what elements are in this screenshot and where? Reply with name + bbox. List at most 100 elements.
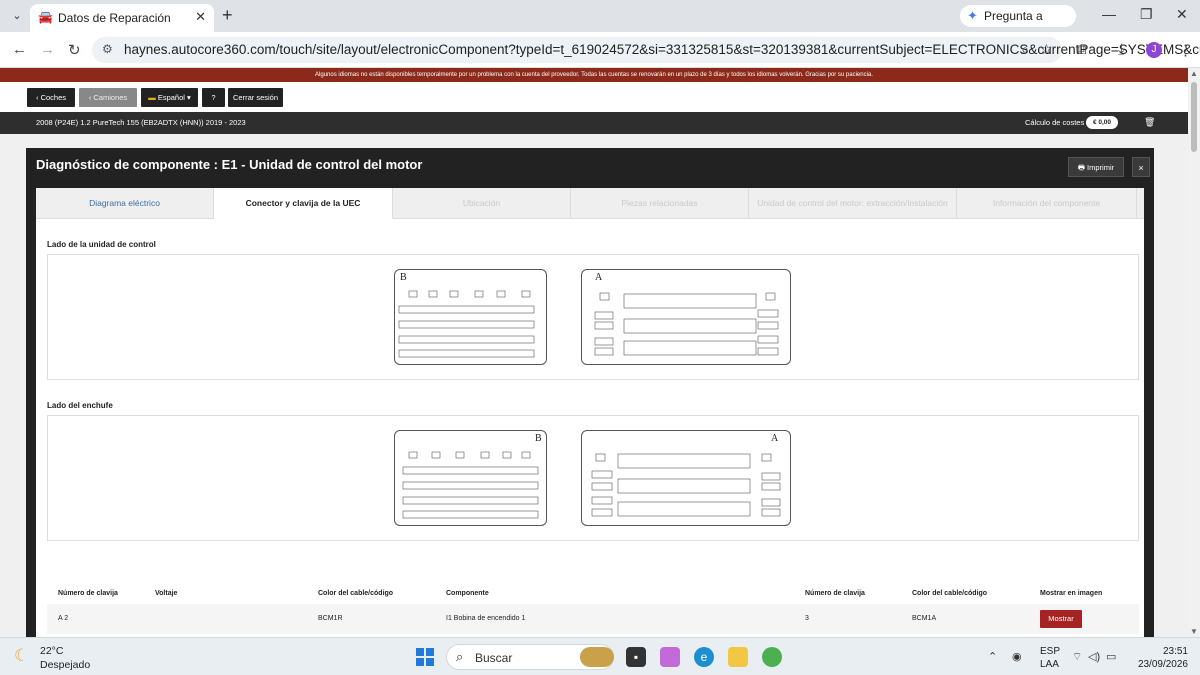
- gemini-icon: ✦: [967, 8, 978, 23]
- connector-b-control: B: [394, 269, 547, 365]
- clock[interactable]: 23:51 23/09/2026: [1136, 645, 1188, 671]
- search-placeholder: Buscar: [475, 651, 513, 665]
- reload-icon[interactable]: ↻: [68, 41, 81, 59]
- notice-banner: Algunos idiomas no están disponibles tem…: [0, 68, 1188, 82]
- modal-header: Diagnóstico de componente : E1 - Unidad …: [26, 148, 1154, 188]
- vehicle-bar: 2008 (P24E) 1.2 PureTech 155 (EB2ADTX (H…: [0, 112, 1188, 134]
- help-button[interactable]: ?: [202, 88, 225, 107]
- menu-icon[interactable]: ⋮: [1178, 41, 1193, 59]
- header-component: Componente: [446, 590, 489, 597]
- scroll-down-icon[interactable]: ▼: [1190, 627, 1198, 636]
- trucks-button[interactable]: ‹ Camiones: [79, 88, 137, 107]
- modal-tabs: Diagrama eléctrico Conector y clavija de…: [36, 188, 1144, 219]
- car-icon: 🚘: [38, 10, 53, 24]
- chrome-icon[interactable]: [762, 647, 782, 667]
- plug-side-diagram: B A: [47, 415, 1139, 541]
- weather-condition[interactable]: Despejado: [40, 659, 90, 671]
- restore-icon[interactable]: ❐: [1140, 6, 1153, 23]
- show-in-image-button[interactable]: Mostrar: [1040, 610, 1082, 628]
- pin-table-header: Número de clavija Voltaje Color del cabl…: [47, 584, 1139, 604]
- caret-down-icon: ▾: [187, 93, 191, 102]
- tab-location[interactable]: Ubicación: [393, 188, 571, 219]
- tab-related-parts[interactable]: Piezas relacionadas: [571, 188, 749, 219]
- connector-b-plug-label: B: [535, 433, 542, 444]
- download-icon[interactable]: ⤓: [1118, 41, 1125, 58]
- cars-button[interactable]: ‹ Coches: [27, 88, 75, 107]
- start-icon[interactable]: [416, 648, 434, 666]
- weather-temp[interactable]: 22°C: [40, 645, 63, 657]
- back-icon[interactable]: ←: [12, 41, 27, 58]
- language-select[interactable]: ▬ Español ▾: [141, 88, 198, 107]
- scroll-up-icon[interactable]: ▲: [1190, 69, 1198, 78]
- print-button[interactable]: 🖶 Imprimir: [1068, 157, 1124, 177]
- header-show-in-image: Mostrar en imagen: [1040, 590, 1103, 597]
- tray-chevron-icon[interactable]: ⌃: [988, 650, 997, 663]
- scroll-thumb[interactable]: [1191, 82, 1197, 152]
- header-pin-number-2: Número de clavija: [805, 590, 865, 597]
- cell-pin-2: 3: [805, 615, 809, 622]
- minimize-icon[interactable]: —: [1102, 6, 1116, 22]
- new-tab-icon[interactable]: +: [222, 5, 233, 26]
- tab-search-chevron-icon[interactable]: ⌄: [8, 7, 26, 25]
- header-voltage: Voltaje: [155, 590, 178, 597]
- wifi-icon[interactable]: ⌔: [1072, 650, 1082, 664]
- lang-bottom: LAA: [1040, 659, 1059, 670]
- tab-wiring-diagram[interactable]: Diagrama eléctrico: [36, 188, 214, 219]
- tab-close-icon[interactable]: ✕: [195, 9, 206, 25]
- connector-a-control: A: [581, 269, 791, 365]
- forward-icon[interactable]: →: [40, 41, 55, 58]
- browser-tab[interactable]: 🚘 Datos de Reparación ✕: [30, 4, 214, 32]
- connector-b-pin-grid: [398, 290, 535, 358]
- section-control-side: Lado de la unidad de control: [47, 240, 156, 249]
- web-page: Algunos idiomas no están disponibles tem…: [0, 68, 1188, 637]
- avatar[interactable]: J: [1146, 42, 1162, 58]
- connector-b-plug-pin-grid: [402, 451, 539, 519]
- input-language[interactable]: ESP LAA: [1040, 645, 1060, 671]
- modal-title: Diagnóstico de componente : E1 - Unidad …: [36, 157, 423, 172]
- cost-value[interactable]: € 0,00: [1086, 116, 1118, 129]
- edge-icon[interactable]: e: [694, 647, 714, 667]
- search-highlight-icon[interactable]: [580, 647, 614, 667]
- table-row: A 2 BCM1R I1 Bobina de encendido 1 3 BCM…: [47, 604, 1139, 634]
- vehicle-name: 2008 (P24E) 1.2 PureTech 155 (EB2ADTX (H…: [36, 118, 246, 127]
- tab-component-info[interactable]: Información del componente: [957, 188, 1137, 219]
- cost-label: Cálculo de costes: [1025, 118, 1085, 127]
- header-wire-color-2: Color del cable/código: [912, 590, 988, 597]
- trash-icon[interactable]: 🗑: [1144, 117, 1155, 128]
- cell-wire-color: BCM1R: [318, 615, 343, 622]
- file-explorer-icon[interactable]: [728, 647, 748, 667]
- zoom-and-bookmark-icons[interactable]: ⌕ ☆: [1021, 41, 1052, 58]
- connector-a-plug-label: A: [771, 433, 779, 444]
- modal-close-button[interactable]: ×: [1132, 157, 1150, 177]
- address-bar: ← → ↻ ⚙ haynes.autocore360.com/touch/sit…: [0, 32, 1200, 68]
- gemini-button[interactable]: ✦ Pregunta a Gemini: [960, 5, 1076, 45]
- tab-title: Datos de Reparación: [58, 11, 171, 25]
- page-scrollbar[interactable]: ▲ ▼: [1188, 68, 1200, 637]
- task-view-icon[interactable]: ▪: [626, 647, 646, 667]
- printer-icon: 🖶: [1077, 163, 1085, 172]
- moon-weather-icon[interactable]: ☾: [14, 646, 29, 666]
- tab-removal-installation[interactable]: Unidad de control del motor: extracción/…: [749, 188, 957, 219]
- control-side-diagram: B A: [47, 254, 1139, 380]
- tray-app-icon[interactable]: ◉: [1012, 650, 1022, 663]
- clock-time: 23:51: [1162, 646, 1188, 657]
- url-field[interactable]: ⚙ haynes.autocore360.com/touch/site/layo…: [92, 37, 1200, 63]
- lang-top: ESP: [1040, 646, 1061, 657]
- connector-a-label: A: [595, 272, 603, 283]
- windows-taskbar: ☾ 22°C Despejado ⌕ Buscar ▪ e ⌃ ◉ ESP LA…: [0, 637, 1200, 675]
- browser-tab-bar: ⌄ 🚘 Datos de Reparación ✕ + ✦ Pregunta a…: [0, 0, 1200, 45]
- connector-a-plug-pin-grid: [591, 453, 781, 517]
- section-plug-side: Lado del enchufe: [47, 401, 113, 410]
- volume-icon[interactable]: ◁): [1088, 650, 1100, 663]
- spain-flag-icon: ▬: [148, 93, 156, 102]
- close-window-icon[interactable]: ✕: [1176, 6, 1188, 23]
- extensions-icon[interactable]: ⧉: [1076, 41, 1087, 58]
- tab-connector-pins[interactable]: Conector y clavija de la UEC: [214, 188, 393, 219]
- copilot-icon[interactable]: [660, 647, 680, 667]
- site-info-icon[interactable]: ⚙: [102, 42, 113, 56]
- connector-a-plug: A: [581, 430, 791, 526]
- battery-icon[interactable]: ▭: [1106, 650, 1116, 663]
- logout-button[interactable]: Cerrar sesión: [228, 88, 283, 107]
- search-icon: ⌕: [456, 649, 464, 664]
- header-pin-number: Número de clavija: [58, 590, 118, 597]
